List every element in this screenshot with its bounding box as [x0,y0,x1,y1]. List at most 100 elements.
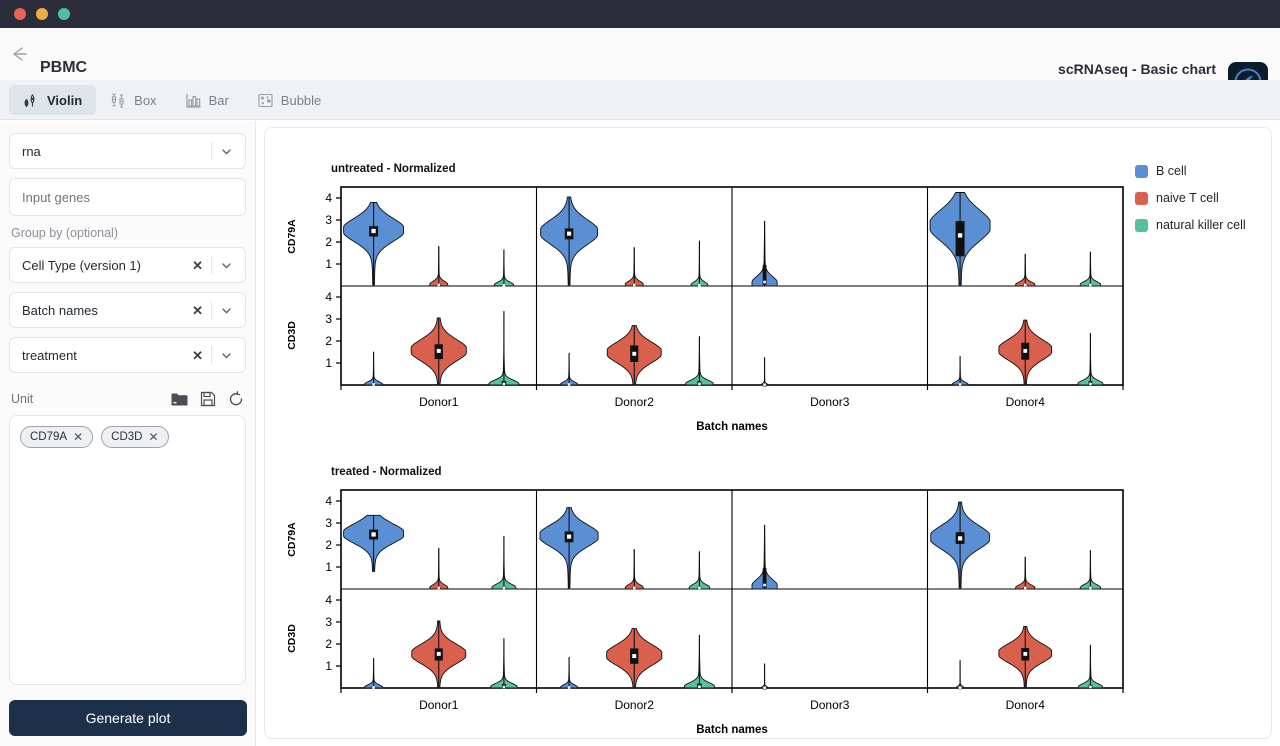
group-by-batch-select[interactable]: Batch names ✕ [9,292,246,328]
violin-icon [23,92,40,109]
tab-box[interactable]: Box [96,85,170,115]
y-axis-title: CD3D [286,624,298,653]
x-axis-title: Batch names [696,421,768,433]
tab-bar[interactable]: Bar [171,85,243,115]
violin-median-marker [957,536,963,541]
bar-icon [185,92,202,109]
legend-label: natural killer cell [1156,218,1246,233]
violin-median-marker [698,283,701,287]
violin-median-marker [632,586,636,590]
group-by-label: Group by (optional) [11,226,119,240]
chevron-down-icon[interactable] [212,259,239,272]
violin-median-marker [1023,652,1028,656]
page-title: PBMC [40,59,88,76]
legend-label: naive T cell [1156,191,1219,206]
x-tick-label: Donor1 [419,698,459,712]
chevron-down-icon[interactable] [212,304,239,317]
violin-median-marker [567,383,571,386]
violin-median-marker [1089,685,1092,689]
violin-median-marker [958,383,962,386]
chart-name-label: scRNAseq - Basic chart [1058,61,1216,77]
violin-median-marker [763,383,766,387]
y-axis-title: CD79A [286,522,298,557]
boxplot-icon [110,92,127,109]
y-tick-label: 1 [325,257,332,271]
chart-panel-group: treated - Normalized CD79A 1 2 3 4 CD3D 1 2 3 4 Don… [286,466,1124,736]
group-by-treatment-select[interactable]: treatment ✕ [9,337,246,373]
violin-median-marker [957,233,963,238]
violin-median-marker [372,383,375,386]
window-titlebar [0,0,1280,28]
remove-icon[interactable]: ✕ [73,430,83,444]
assay-select[interactable]: rna [9,133,246,169]
app-window: PBMC Number of cells: 14,794 / 34,782 sc… [0,0,1280,746]
x-tick-label: Donor2 [615,395,655,409]
violin-median-marker [958,686,962,690]
legend-item-b-cell[interactable]: B cell [1135,165,1246,178]
clear-icon[interactable]: ✕ [184,304,211,317]
gene-input-wrapper[interactable] [9,178,246,216]
violin-median-marker [371,532,376,537]
violin-median-marker [1023,283,1027,287]
violin-median-marker [763,280,766,284]
app-header: PBMC Number of cells: 14,794 / 34,782 sc… [0,28,1280,102]
chevron-down-icon[interactable] [212,145,239,158]
group-by-celltype-value: Cell Type (version 1) [22,257,141,273]
gene-chip-cd3d[interactable]: CD3D ✕ [101,426,169,448]
violin-median-marker [502,284,506,287]
legend-item-naive-t-cell[interactable]: naive T cell [1135,192,1246,205]
clear-icon[interactable]: ✕ [184,259,211,272]
violin-median-marker [1023,349,1028,353]
legend-swatch [1135,219,1148,232]
y-tick-label: 3 [325,516,332,530]
selected-genes-list: CD79A ✕ CD3D ✕ [9,415,246,685]
y-tick-label: 4 [325,593,332,607]
violin-median-marker [502,382,506,386]
y-tick-label: 3 [325,312,332,326]
generate-plot-button[interactable]: Generate plot [9,700,247,736]
violin-median-marker [632,283,636,287]
violin-median-marker [632,654,637,659]
gene-chip-label: CD3D [111,431,143,443]
y-tick-label: 1 [325,659,332,673]
chart-type-tabbar: Violin Box Bar Bubble [0,80,1280,120]
unit-label: Unit [11,392,34,406]
violin-median-marker [763,686,766,690]
violin-median-marker [567,686,571,689]
controls-sidebar: rna Group by (optional) Cell Type (versi… [0,121,256,746]
x-tick-label: Donor2 [615,698,655,712]
y-tick-label: 2 [325,334,332,348]
group-by-celltype-select[interactable]: Cell Type (version 1) ✕ [9,247,246,283]
clear-icon[interactable]: ✕ [184,349,211,362]
window-maximize-button[interactable] [58,8,70,20]
chart-panel: untreated - Normalized CD79A 1 2 3 4 CD3D 1 2 3 4 D… [264,127,1272,739]
reset-icon[interactable] [228,391,244,407]
gene-chip-label: CD79A [30,431,68,443]
violin-median-marker [698,382,701,386]
tab-bar-label: Bar [208,92,229,108]
folder-icon[interactable] [171,392,188,407]
x-tick-label: Donor3 [810,698,850,712]
violin-median-marker [437,586,441,590]
tab-box-label: Box [134,92,157,108]
back-arrow-icon[interactable] [8,43,30,65]
tab-violin[interactable]: Violin [9,85,97,115]
y-tick-label: 1 [325,560,332,574]
tab-bubble-label: Bubble [280,92,322,108]
panel-title: untreated - Normalized [331,163,456,175]
chevron-down-icon[interactable] [212,349,239,362]
window-close-button[interactable] [14,8,26,20]
bubble-icon [257,92,274,109]
violin-median-marker [763,583,766,587]
tab-bubble[interactable]: Bubble [243,85,335,115]
violin-median-marker [372,686,375,689]
gene-chip-cd79a[interactable]: CD79A ✕ [20,426,94,448]
window-minimize-button[interactable] [36,8,48,20]
legend-item-natural-killer-cell[interactable]: natural killer cell [1135,219,1246,232]
save-icon[interactable] [200,391,216,407]
x-axis-title: Batch names [696,724,768,736]
violin-median-marker [566,534,572,539]
y-tick-label: 2 [325,235,332,249]
remove-icon[interactable]: ✕ [148,430,158,444]
gene-search-input[interactable] [22,189,233,205]
